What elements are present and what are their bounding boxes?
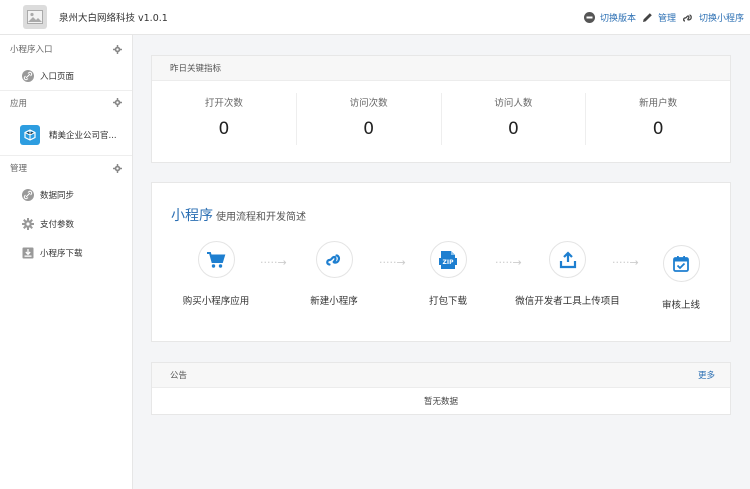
miniprogram-icon — [315, 241, 353, 278]
flow-title-main: 小程序 — [171, 208, 213, 224]
step-label: 打包下载 — [428, 296, 467, 307]
announcement-card: 公告 更多 暂无数据 — [151, 362, 731, 415]
step-label: 购买小程序应用 — [182, 296, 250, 307]
sidebar-item-entry-page[interactable]: 入口页面 — [0, 61, 132, 90]
more-link[interactable]: 更多 — [698, 369, 715, 381]
image-placeholder-icon — [27, 10, 43, 24]
flow-step-review: 审核上线 — [621, 245, 741, 311]
upload-icon — [549, 241, 586, 278]
manage-button[interactable]: 管理 — [642, 11, 676, 24]
stat-label: 新用户数 — [639, 98, 678, 109]
flow-title: 小程序 使用流程和开发简述 — [171, 205, 306, 225]
manage-label: 管理 — [657, 14, 676, 24]
top-header: 泉州大白网络科技 v1.0.1 切换版本 管理 切换小程序 — [0, 0, 750, 35]
sidebar-section-title: 小程序入口 — [10, 45, 53, 55]
sidebar-section-title: 管理 — [10, 164, 28, 174]
cart-icon — [197, 241, 235, 278]
app-logo — [23, 5, 47, 29]
sidebar-section-entry: 小程序入口 — [0, 37, 132, 61]
sidebar-section-title: 应用 — [10, 98, 28, 109]
step-label: 微信开发者工具上传项目 — [515, 296, 620, 307]
step-label: 审核上线 — [661, 300, 700, 311]
stat-label: 访问次数 — [349, 98, 388, 109]
sidebar-item-label: 数据同步 — [40, 190, 75, 201]
flow-step-buy: 购买小程序应用 — [156, 241, 276, 307]
switch-miniprogram-button[interactable]: 切换小程序 — [682, 11, 744, 24]
sidebar: 小程序入口 入口页面 应用 精美企业公司官... 管理 数据同步 支付参数 小程… — [0, 35, 133, 489]
stat-open-count: 打开次数 0 — [152, 93, 297, 145]
sidebar-item-data-sync[interactable]: 数据同步 — [0, 180, 132, 209]
miniprogram-icon — [682, 13, 692, 22]
svg-text:ZIP: ZIP — [443, 259, 455, 266]
stat-label: 打开次数 — [204, 98, 243, 109]
sidebar-item-enterprise-app[interactable]: 精美企业公司官... — [0, 114, 132, 156]
link-icon — [22, 188, 34, 201]
key-metrics-card: 昨日关键指标 打开次数 0 访问次数 0 访问人数 0 新用户数 0 — [151, 55, 731, 163]
header-actions: 切换版本 管理 切换小程序 — [578, 0, 744, 35]
calendar-check-icon — [662, 245, 700, 282]
app-cube-icon — [20, 124, 40, 145]
download-icon — [22, 247, 34, 259]
empty-state: 暂无数据 — [423, 397, 458, 407]
stat-value: 0 — [507, 119, 519, 139]
flow-title-sub: 使用流程和开发简述 — [216, 212, 306, 223]
switch-miniprogram-label: 切换小程序 — [698, 14, 744, 24]
link-icon — [22, 69, 34, 82]
card-title: 公告 — [170, 371, 188, 381]
app-title: 泉州大白网络科技 v1.0.1 — [59, 13, 168, 24]
usage-flow-card: 小程序 使用流程和开发简述 购买小程序应用 ·····→ 新建小程序 ·····… — [151, 182, 731, 342]
step-label: 新建小程序 — [310, 296, 358, 307]
sidebar-item-label: 精美企业公司官... — [49, 130, 117, 141]
card-header: 公告 更多 — [152, 363, 730, 388]
switch-version-button[interactable]: 切换版本 — [583, 11, 636, 24]
switch-version-label: 切换版本 — [599, 14, 636, 24]
sidebar-item-payment-params[interactable]: 支付参数 — [0, 209, 132, 238]
gear-icon — [22, 217, 34, 230]
gear-icon[interactable] — [113, 163, 122, 173]
switch-version-icon — [583, 12, 595, 23]
gear-icon[interactable] — [113, 44, 122, 54]
stat-visit-count: 访问次数 0 — [297, 93, 442, 145]
sidebar-section-apps: 应用 — [0, 90, 132, 114]
sidebar-section-manage: 管理 — [0, 156, 132, 180]
flow-step-create: 新建小程序 — [274, 241, 394, 307]
card-header: 昨日关键指标 — [152, 56, 730, 81]
stat-value: 0 — [652, 119, 664, 139]
sidebar-item-label: 支付参数 — [40, 219, 75, 230]
stat-new-users: 新用户数 0 — [586, 93, 730, 145]
pencil-icon — [642, 13, 652, 22]
stat-label: 访问人数 — [494, 98, 533, 109]
stat-visitor-count: 访问人数 0 — [442, 93, 587, 145]
zip-icon: ZIP — [429, 241, 467, 278]
flow-step-package: ZIP 打包下载 — [388, 241, 508, 307]
stat-value: 0 — [218, 119, 230, 139]
stat-value: 0 — [363, 119, 375, 139]
sidebar-item-miniprogram-download[interactable]: 小程序下载 — [0, 238, 132, 267]
stats-row: 打开次数 0 访问次数 0 访问人数 0 新用户数 0 — [152, 81, 730, 157]
sidebar-item-label: 小程序下载 — [40, 248, 83, 259]
sidebar-item-label: 入口页面 — [40, 71, 75, 82]
card-title: 昨日关键指标 — [170, 64, 222, 74]
gear-icon[interactable] — [113, 98, 122, 107]
flow-step-upload: 微信开发者工具上传项目 — [505, 241, 630, 307]
